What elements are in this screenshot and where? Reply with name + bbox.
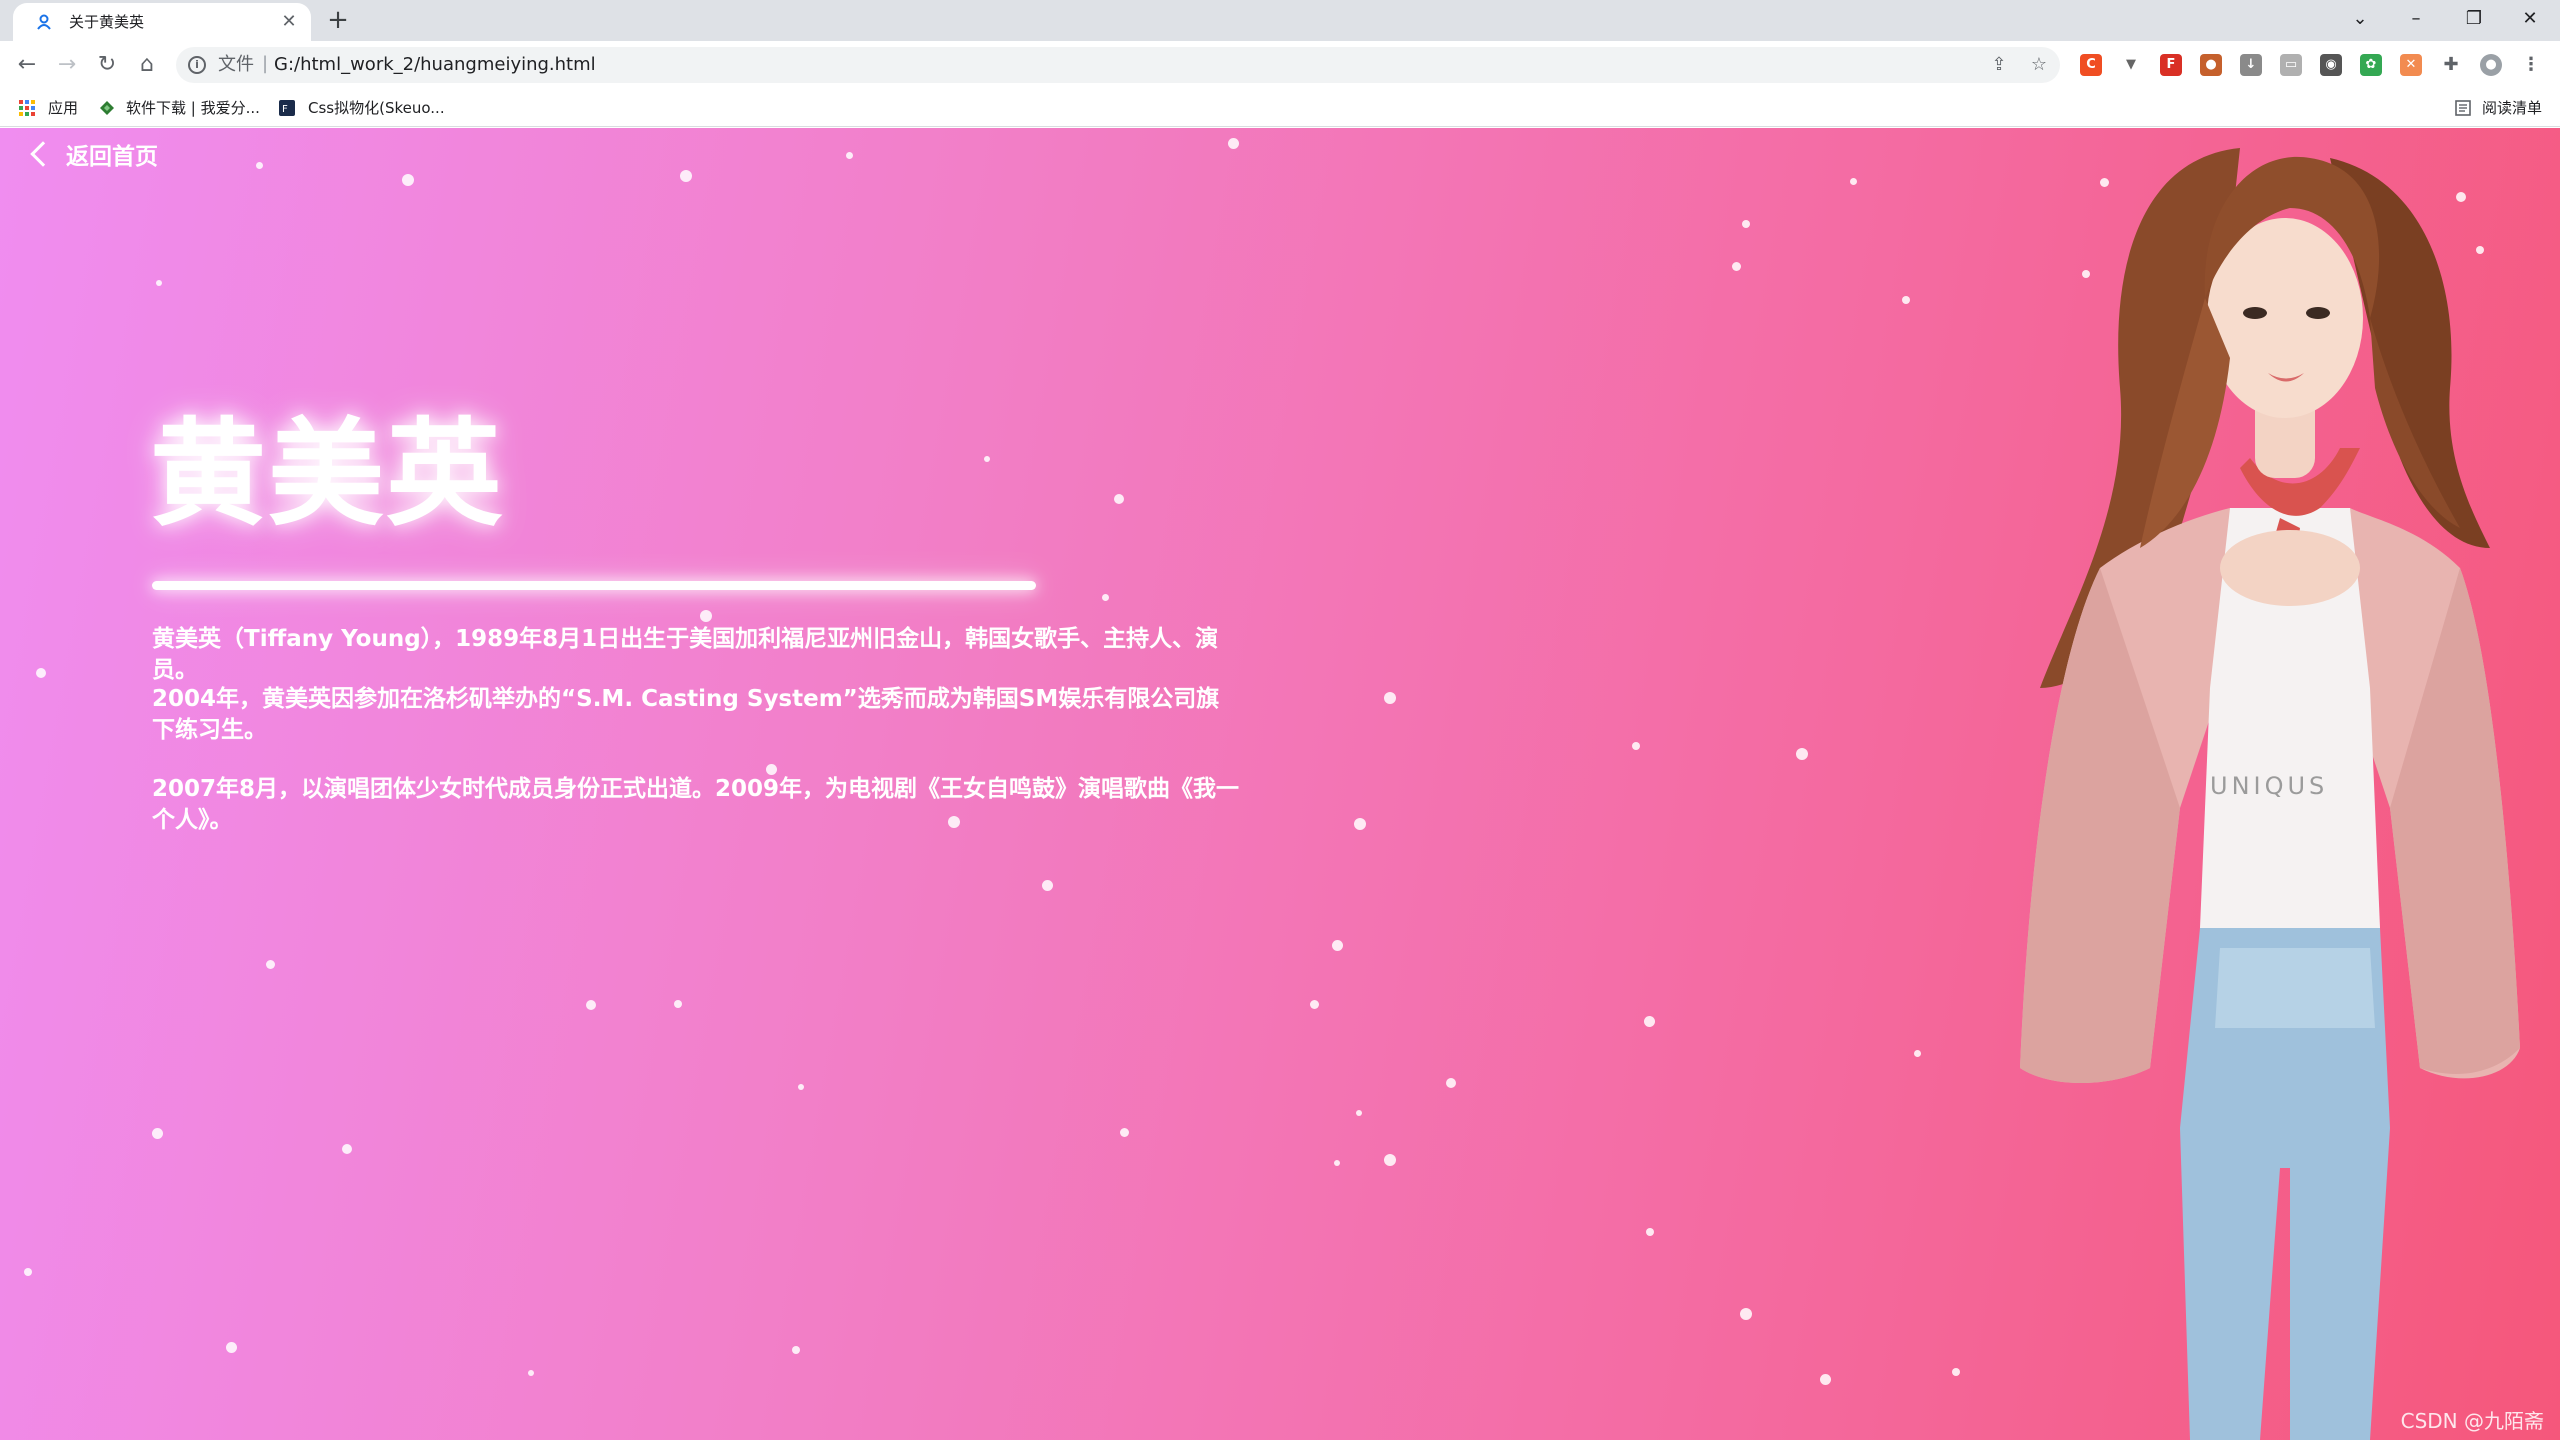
bookmarks-bar: 应用 软件下载 | 我爱分... F Css拟物化(Skeuo... 阅读清单 [0,89,2560,127]
extension-download-icon[interactable]: ↓ [2240,54,2262,76]
menu-kebab-icon[interactable]: ⋮ [2520,54,2542,76]
bookmark-apps[interactable]: 应用 [48,98,78,118]
snow-dot [1742,220,1750,228]
restore-button[interactable]: ❐ [2456,4,2492,34]
snow-dot [792,1346,800,1354]
tab-strip: 关于黄美英 ✕ + ⌄ – ❐ ✕ [0,0,2560,41]
close-tab-icon[interactable]: ✕ [279,12,299,32]
snow-dot [1332,940,1343,951]
snow-dot [1102,594,1109,601]
snow-dot [1354,818,1366,830]
bookmark-css-icon: F [279,100,295,116]
snow-dot [1796,748,1808,760]
snow-dot [402,174,414,186]
site-info-icon[interactable]: i [188,56,206,74]
forward-icon[interactable]: → [52,50,82,80]
snow-dot [1042,880,1053,891]
extension-fe-icon[interactable]: F [2160,54,2182,76]
apps-grid-icon[interactable] [18,99,36,117]
chevron-left-icon [30,141,56,167]
snow-dot [1644,1016,1655,1027]
bio-paragraph-3: 2007年8月，以演唱团体少女时代成员身份正式出道。2009年，为电视剧《王女自… [152,776,1240,833]
back-home-link[interactable]: 返回首页 [28,136,158,172]
snow-dot [1646,1228,1654,1236]
hero-title: 黄美英 [150,407,504,542]
back-icon[interactable]: ← [12,50,42,80]
back-home-label: 返回首页 [66,144,158,170]
snow-dot [342,1144,352,1154]
snow-dot [1952,1368,1960,1376]
snow-dot [266,960,275,969]
snow-dot [1902,296,1910,304]
reload-icon[interactable]: ↻ [92,50,122,80]
address-bar[interactable]: i 文件 | G:/html_work_2/huangmeiying.html … [176,47,2060,83]
new-tab-button[interactable]: + [324,6,352,34]
reading-list-icon[interactable] [2454,99,2472,117]
bio-paragraph-2: 2004年，黄美英因参加在洛杉矶举办的“S.M. Casting System”… [152,686,1220,743]
snow-dot [1310,1000,1319,1009]
snow-dot [1740,1308,1752,1320]
hero-divider [152,581,1036,590]
snow-dot [984,456,990,462]
minimize-button[interactable]: – [2398,4,2434,34]
extension-fox-icon[interactable]: ● [2200,54,2222,76]
extension-c-icon[interactable]: C [2080,54,2102,76]
snow-dot [798,1084,804,1090]
snow-dot [156,280,162,286]
bookmark-css-skeuo[interactable]: Css拟物化(Skeuo... [308,98,445,118]
snow-dot [256,162,263,169]
extension-x-icon[interactable]: ✕ [2400,54,2422,76]
url-text[interactable]: G:/html_work_2/huangmeiying.html [274,55,596,75]
tab-search-icon[interactable]: ⌄ [2342,4,2378,34]
profile-avatar-icon[interactable]: ● [2480,54,2502,76]
bookmark-star-icon[interactable]: ☆ [2028,54,2050,76]
extensions-puzzle-icon[interactable]: ✚ [2440,54,2462,76]
extension-screen-icon[interactable]: ▭ [2280,54,2302,76]
extension-v-icon[interactable]: ▼ [2120,54,2142,76]
address-prefix: 文件 [218,54,254,75]
snow-dot [36,668,46,678]
share-icon[interactable]: ⇪ [1988,54,2010,76]
snow-dot [1732,262,1741,271]
snow-dot [1120,1128,1129,1137]
svg-text:F: F [282,104,288,115]
home-icon[interactable]: ⌂ [132,50,162,80]
bookmark-software-icon [100,101,114,115]
snow-dot [700,610,712,622]
snow-dot [1632,742,1640,750]
bookmark-software-download[interactable]: 软件下载 | 我爱分... [126,98,260,118]
snow-dot [1114,494,1124,504]
shirt-text: UNIQUS [2210,772,2328,800]
page-viewport: 返回首页 黄美英 黄美英（Tiffany Young），1989年8月1日出生于… [0,128,2560,1440]
snow-dot [528,1370,534,1376]
tab-title: 关于黄美英 [69,13,145,31]
snow-dot [680,170,692,182]
snow-dot [1384,1154,1396,1166]
snow-dot [674,1000,682,1008]
csdn-watermark: CSDN @九陌斋 [2400,1409,2544,1433]
snow-dot [24,1268,32,1276]
portrait-image: UNIQUS [2020,148,2520,1440]
snow-dot [1820,1374,1831,1385]
reading-list-label[interactable]: 阅读清单 [2482,98,2542,118]
snow-dot [1356,1110,1362,1116]
snow-dot [1850,178,1857,185]
snow-dot [1228,138,1239,149]
snow-dot [586,1000,596,1010]
snow-dot [1384,692,1396,704]
snow-dot [846,152,853,159]
browser-tab[interactable]: 关于黄美英 ✕ [13,3,311,41]
snow-dot [1446,1078,1456,1088]
bio-paragraph-1: 黄美英（Tiffany Young），1989年8月1日出生于美国加利福尼亚州旧… [152,626,1219,683]
address-separator: | [262,53,269,74]
close-window-button[interactable]: ✕ [2512,4,2548,34]
extension-colorwheel-icon[interactable]: ✿ [2360,54,2382,76]
snow-dot [226,1342,237,1353]
page-favicon-icon [37,14,51,30]
snow-dot [1914,1050,1921,1057]
snow-dot [1334,1160,1340,1166]
snow-dot [152,1128,163,1139]
extension-camera-icon[interactable]: ◉ [2320,54,2342,76]
